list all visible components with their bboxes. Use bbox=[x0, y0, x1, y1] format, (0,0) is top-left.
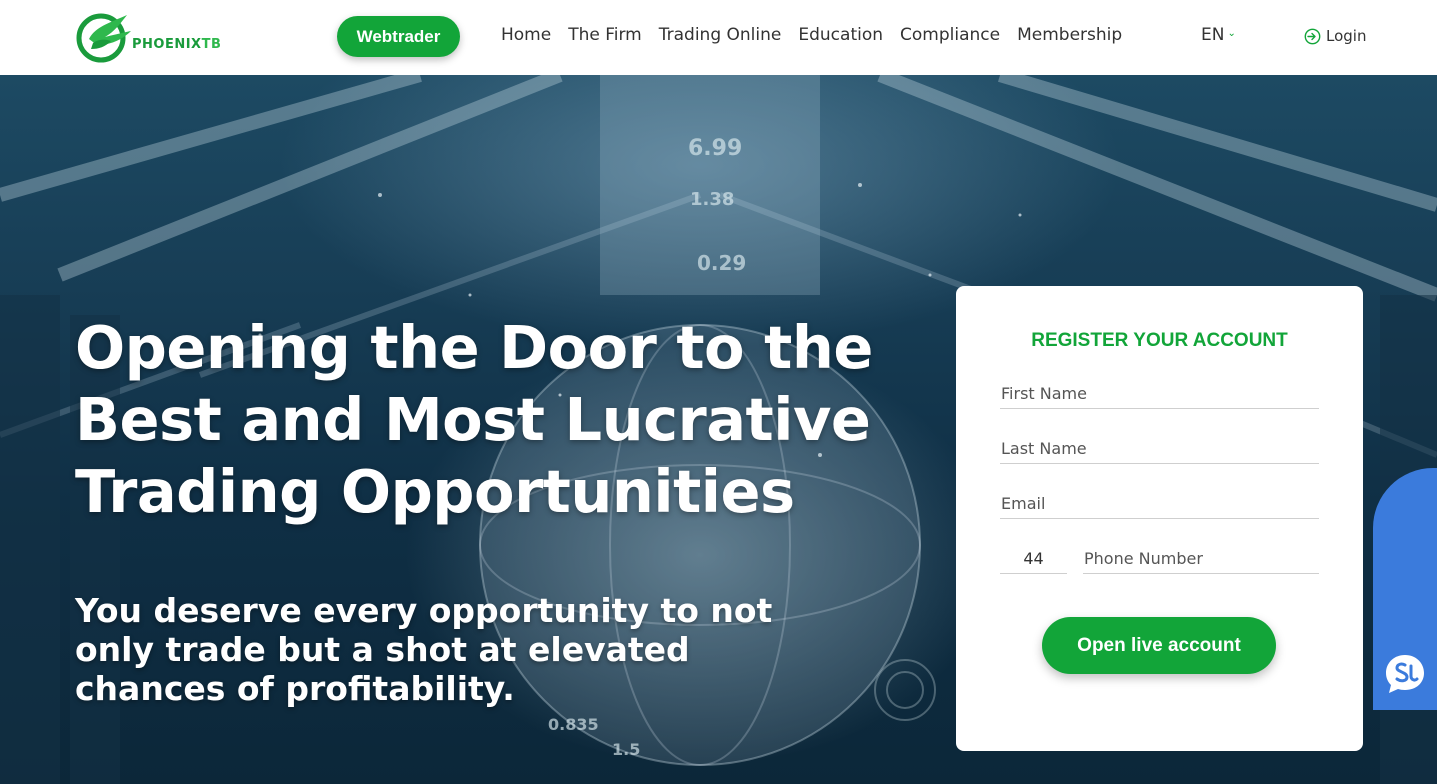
hero-title: Opening the Door to the Best and Most Lu… bbox=[75, 313, 873, 526]
last-name-input[interactable] bbox=[1000, 434, 1319, 464]
login-arrow-icon bbox=[1304, 28, 1321, 44]
bg-ticker-5: 1.5 bbox=[612, 740, 640, 759]
register-form: REGISTER YOUR ACCOUNT Open live account bbox=[956, 286, 1363, 751]
bg-ticker-2: 1.38 bbox=[690, 189, 734, 210]
phone-country-code-input[interactable] bbox=[1000, 544, 1067, 574]
open-live-account-button[interactable]: Open live account bbox=[1042, 617, 1276, 674]
nav-education[interactable]: Education bbox=[798, 25, 883, 45]
register-title: REGISTER YOUR ACCOUNT bbox=[1031, 330, 1288, 351]
hero-subtitle: You deserve every opportunity to not onl… bbox=[75, 591, 773, 708]
nav-compliance[interactable]: Compliance bbox=[900, 25, 1000, 45]
webtrader-button[interactable]: Webtrader bbox=[337, 16, 460, 57]
chat-widget-tab[interactable] bbox=[1373, 468, 1437, 710]
logo-wordmark: PHOENIXTB bbox=[132, 37, 222, 52]
language-selector[interactable]: EN ⌄ bbox=[1201, 25, 1236, 45]
nav-trading-online[interactable]: Trading Online bbox=[659, 25, 782, 45]
top-navigation-bar: PHOENIXTB Webtrader Home The Firm Tradin… bbox=[0, 0, 1437, 75]
bg-ticker-4: 0.835 bbox=[548, 715, 599, 734]
nav-home[interactable]: Home bbox=[501, 25, 551, 45]
login-link[interactable]: Login bbox=[1304, 27, 1366, 45]
chevron-down-icon: ⌄ bbox=[1227, 27, 1236, 39]
login-label: Login bbox=[1326, 27, 1367, 45]
nav-the-firm[interactable]: The Firm bbox=[568, 25, 642, 45]
language-label: EN bbox=[1201, 25, 1225, 45]
bg-ticker-1: 6.99 bbox=[688, 136, 742, 161]
nav-membership[interactable]: Membership bbox=[1017, 25, 1122, 45]
phoenix-bird-icon bbox=[76, 13, 131, 63]
phoenixtb-logo[interactable]: PHOENIXTB bbox=[75, 9, 245, 65]
first-name-input[interactable] bbox=[1000, 379, 1319, 409]
main-nav: Home The Firm Trading Online Education C… bbox=[501, 25, 1139, 45]
bg-ticker-3: 0.29 bbox=[697, 251, 746, 275]
chat-bubble-icon bbox=[1386, 655, 1424, 693]
phone-number-input[interactable] bbox=[1083, 544, 1319, 574]
email-input[interactable] bbox=[1000, 489, 1319, 519]
